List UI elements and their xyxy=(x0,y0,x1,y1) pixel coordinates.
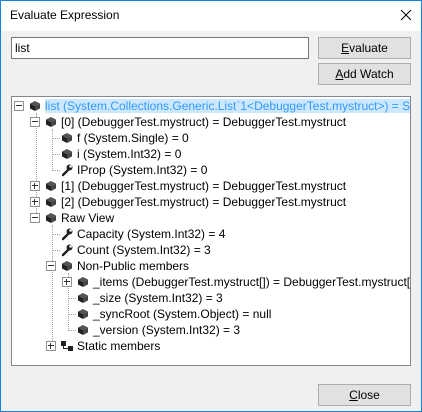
evaluate-label-rest: valuate xyxy=(349,41,388,55)
expand-toggle[interactable] xyxy=(30,197,40,207)
evaluate-accelerator: E xyxy=(341,41,350,55)
expression-input[interactable]: list xyxy=(11,37,309,59)
expand-toggle[interactable] xyxy=(30,181,40,191)
evaluate-button[interactable]: Evaluate xyxy=(318,37,411,59)
window-title: Evaluate Expression xyxy=(10,8,120,22)
tree-label-capacity: Capacity (System.Int32) = 4 xyxy=(77,227,226,241)
collapse-toggle[interactable] xyxy=(46,261,56,271)
tree-label-count: Count (System.Int32) = 3 xyxy=(77,243,211,257)
tree-label-item0-f: f (System.Single) = 0 xyxy=(77,131,189,145)
tree-label-root: list (System.Collections.Generic.List`1<… xyxy=(45,99,410,113)
tree-label-item0-i: i (System.Int32) = 0 xyxy=(77,147,182,161)
tree-label-static-members: Static members xyxy=(77,339,161,353)
title-bar: Evaluate Expression xyxy=(1,1,421,31)
tree-label-item0: [0] (DebuggerTest.mystruct) = DebuggerTe… xyxy=(61,115,347,129)
wrench-icon xyxy=(61,244,73,257)
wrench-icon xyxy=(61,164,73,177)
tree-label-item1: [1] (DebuggerTest.mystruct) = DebuggerTe… xyxy=(61,179,347,193)
field-cube-icon xyxy=(78,277,88,287)
field-cube-icon xyxy=(78,325,88,335)
tree-label-size: _size (System.Int32) = 3 xyxy=(93,291,223,305)
tree-guide xyxy=(52,250,60,251)
expression-input-value: list xyxy=(15,41,30,55)
field-cube-icon xyxy=(30,101,40,111)
tree-guide xyxy=(52,170,60,171)
tree-label-items: _items (DebuggerTest.mystruct[]) = Debug… xyxy=(93,275,411,289)
collapse-toggle[interactable] xyxy=(30,117,40,127)
wrench-icon xyxy=(61,228,73,241)
field-cube-icon xyxy=(46,213,56,223)
add-watch-button[interactable]: Add Watch xyxy=(318,63,411,85)
static-members-icon xyxy=(61,341,73,351)
field-cube-icon xyxy=(62,149,72,159)
tree-guide xyxy=(68,298,76,299)
tree-label-version: _version (System.Int32) = 3 xyxy=(93,323,241,337)
close-button[interactable]: Close xyxy=(318,384,411,406)
tree-guide xyxy=(52,138,60,139)
collapse-toggle[interactable] xyxy=(14,101,24,111)
collapse-toggle[interactable] xyxy=(30,213,40,223)
tree-label-non-public: Non-Public members xyxy=(77,259,190,273)
tree-label-item2: [2] (DebuggerTest.mystruct) = DebuggerTe… xyxy=(61,195,347,209)
expand-toggle[interactable] xyxy=(46,341,56,351)
close-label-rest: lose xyxy=(357,388,380,402)
tree-guide xyxy=(52,154,60,155)
evaluate-expression-dialog: Evaluate Expression list Evaluate Add Wa… xyxy=(0,0,422,412)
field-cube-icon xyxy=(78,293,88,303)
field-cube-icon xyxy=(78,309,88,319)
tree-guide xyxy=(68,330,76,331)
tree-label-raw-view: Raw View xyxy=(61,211,115,225)
field-cube-icon xyxy=(46,181,56,191)
result-tree[interactable]: list (System.Collections.Generic.List`1<… xyxy=(11,96,411,366)
close-window-button[interactable] xyxy=(391,1,421,31)
close-accelerator: C xyxy=(349,388,358,402)
expand-toggle[interactable] xyxy=(62,277,72,287)
tree-guide xyxy=(52,234,60,235)
tree-guide xyxy=(52,225,53,345)
field-cube-icon xyxy=(46,117,56,127)
tree-label-item0-iprop: IProp (System.Int32) = 0 xyxy=(77,163,208,177)
close-x-icon xyxy=(400,9,412,21)
add-watch-label-rest: dd Watch xyxy=(343,67,394,81)
tree-label-syncroot: _syncRoot (System.Object) = null xyxy=(93,307,272,321)
field-cube-icon xyxy=(62,261,72,271)
tree-guide xyxy=(52,129,53,169)
field-cube-icon xyxy=(46,197,56,207)
field-cube-icon xyxy=(62,133,72,143)
tree-guide xyxy=(68,314,76,315)
